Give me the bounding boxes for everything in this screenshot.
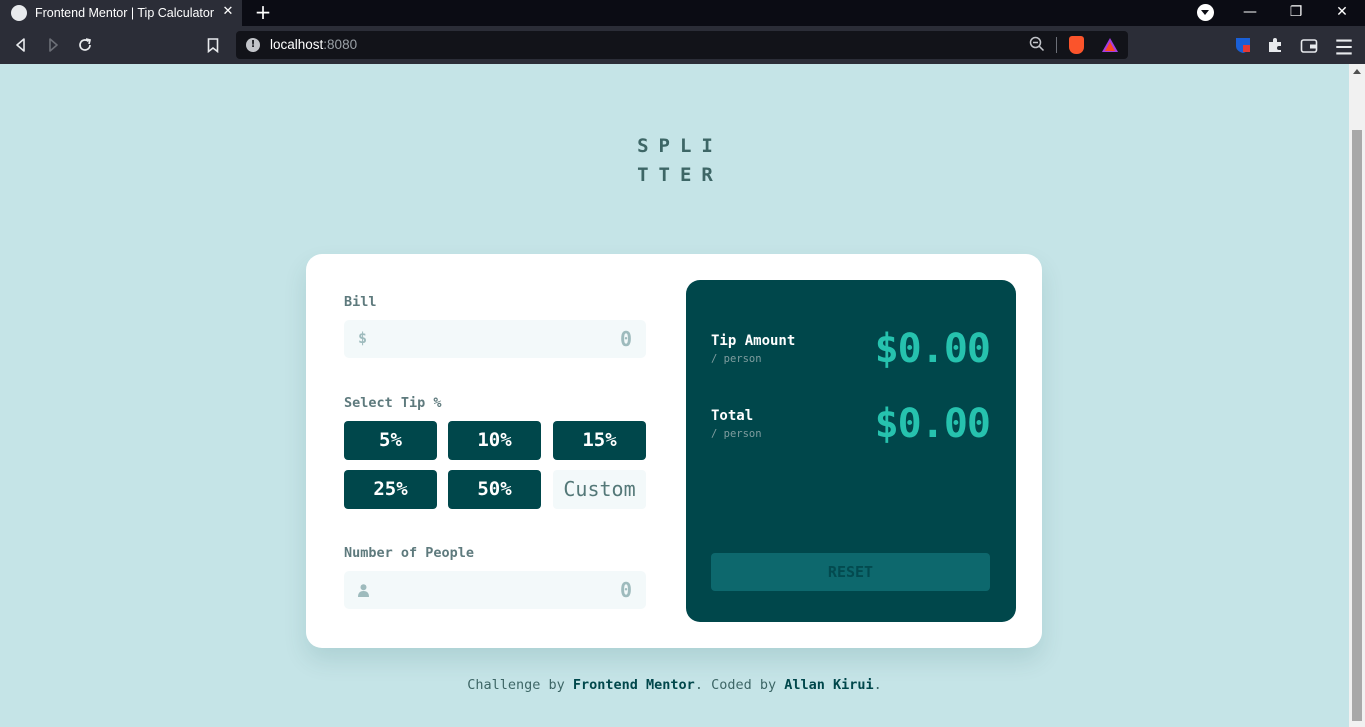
people-value: 0: [619, 578, 632, 602]
tip-10-button[interactable]: 10%: [448, 421, 541, 460]
splitter-logo: SPLI TTER: [600, 132, 750, 190]
custom-tip-input[interactable]: Custom: [553, 470, 646, 509]
zoom-icon[interactable]: [1029, 36, 1045, 56]
wallet-icon[interactable]: [1300, 37, 1318, 55]
favicon-icon: [11, 5, 27, 21]
extension-shield-icon[interactable]: [1234, 36, 1252, 54]
tab-search-icon[interactable]: [1197, 4, 1214, 21]
logo-line-1: SPLI: [637, 135, 723, 157]
total-per-person: / person: [711, 428, 762, 440]
bill-label: Bill: [344, 294, 377, 310]
bill-value: 0: [619, 327, 632, 351]
tip-15-button[interactable]: 15%: [553, 421, 646, 460]
tip-50-button[interactable]: 50%: [448, 470, 541, 509]
tab-title: Frontend Mentor | Tip Calculator app: [35, 6, 215, 20]
scroll-up-icon[interactable]: [1353, 69, 1361, 74]
window-restore-button[interactable]: ❐: [1273, 0, 1319, 26]
total-value: $0.00: [874, 401, 991, 447]
person-icon: [358, 582, 369, 601]
author-link[interactable]: Allan Kirui: [784, 677, 873, 693]
brave-rewards-icon[interactable]: [1101, 37, 1119, 57]
logo-line-2: TTER: [637, 164, 723, 186]
frontend-mentor-link[interactable]: Frontend Mentor: [573, 677, 695, 693]
tip-amount-per-person: / person: [711, 353, 762, 365]
page-viewport: SPLI TTER Bill $ 0 Select Tip % 5% 10% 1…: [0, 64, 1349, 727]
bill-input[interactable]: $ 0: [344, 320, 646, 358]
reset-button[interactable]: RESET: [711, 553, 990, 591]
menu-icon[interactable]: [1335, 38, 1353, 56]
attribution-suffix: .: [873, 677, 882, 693]
results-panel: Tip Amount / person $0.00 Total / person…: [686, 280, 1016, 622]
total-label: Total: [711, 408, 754, 424]
bookmark-icon[interactable]: [201, 33, 225, 57]
number-of-people-label: Number of People: [344, 545, 475, 561]
address-bar[interactable]: ! localhost:8080: [236, 31, 1128, 59]
forward-icon[interactable]: [41, 33, 65, 57]
url-host: localhost: [270, 37, 324, 52]
calculator-card: Bill $ 0 Select Tip % 5% 10% 15% 25% 50%…: [306, 254, 1042, 648]
browser-tab-active[interactable]: Frontend Mentor | Tip Calculator app ✕: [0, 0, 242, 26]
tab-close-icon[interactable]: ✕: [220, 4, 236, 20]
new-tab-button[interactable]: +: [252, 1, 274, 23]
page-scrollbar[interactable]: [1349, 64, 1365, 727]
tip-amount-label: Tip Amount: [711, 333, 796, 349]
dollar-icon: $: [358, 329, 368, 347]
window-minimize-button[interactable]: —: [1227, 0, 1273, 26]
url-port: :8080: [323, 37, 358, 52]
back-icon[interactable]: [9, 33, 33, 57]
scrollbar-thumb[interactable]: [1352, 130, 1362, 721]
brave-shields-icon[interactable]: [1069, 36, 1084, 54]
site-info-icon[interactable]: !: [246, 38, 260, 52]
browser-toolbar: ! localhost:8080: [0, 26, 1365, 64]
extensions-puzzle-icon[interactable]: [1266, 36, 1284, 54]
people-input[interactable]: 0: [344, 571, 646, 609]
reload-icon[interactable]: [73, 33, 97, 57]
window-close-button[interactable]: ✕: [1319, 0, 1365, 26]
attribution: Challenge by Frontend Mentor. Coded by A…: [0, 677, 1349, 693]
tip-5-button[interactable]: 5%: [344, 421, 437, 460]
attribution-middle: . Coded by: [694, 677, 785, 693]
browser-tab-strip: Frontend Mentor | Tip Calculator app ✕ +…: [0, 0, 1365, 26]
url-text: localhost:8080: [270, 37, 357, 52]
tip-amount-value: $0.00: [874, 326, 991, 372]
select-tip-label: Select Tip %: [344, 395, 442, 411]
tip-25-button[interactable]: 25%: [344, 470, 437, 509]
attribution-prefix: Challenge by: [467, 677, 573, 693]
address-separator: [1056, 37, 1057, 53]
